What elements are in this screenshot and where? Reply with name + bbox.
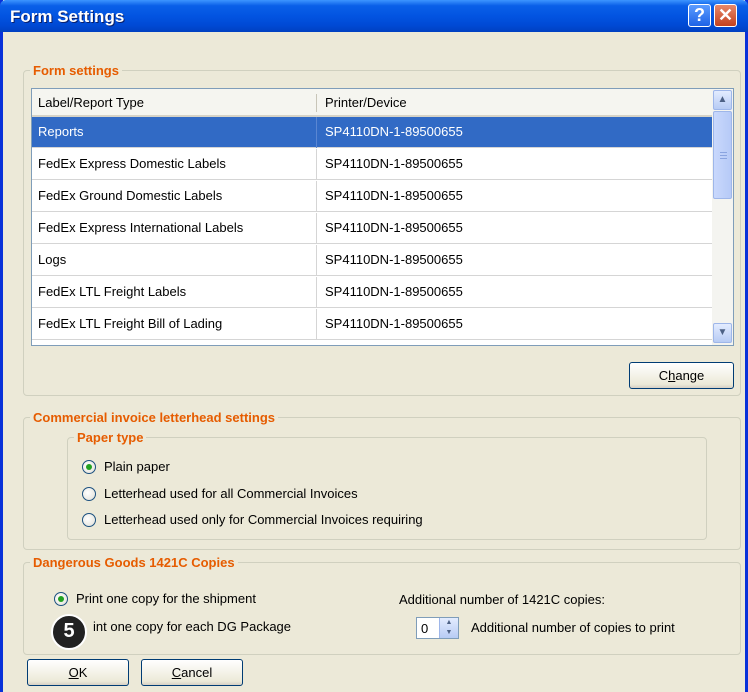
grip-line <box>720 152 727 153</box>
form-settings-table: Label/Report Type Printer/Device Reports… <box>31 88 734 346</box>
dg-one-per-shipment-label: Print one copy for the shipment <box>76 591 256 606</box>
ok-label-suffix: K <box>78 665 88 680</box>
cell-divider <box>316 213 317 244</box>
row-label-type: Reports <box>38 124 84 139</box>
scroll-thumb[interactable] <box>713 111 732 199</box>
dg-one-per-package-label: int one copy for each DG Package <box>93 619 292 634</box>
table-row[interactable]: FedEx Express International Labels SP4110… <box>32 213 712 244</box>
form-settings-legend: Form settings <box>33 63 119 78</box>
radio-selected-icon[interactable] <box>54 592 68 606</box>
cell-divider <box>316 117 317 148</box>
additional-copies-heading: Additional number of 1421C copies: <box>399 592 605 607</box>
row-label-type: Logs <box>38 252 67 267</box>
paper-plain-label: Plain paper <box>104 459 170 474</box>
cell-divider <box>316 309 317 340</box>
row-printer-device: SP4110DN-1-89500655 <box>325 284 463 299</box>
cancel-label-accesskey: C <box>171 665 182 680</box>
cell-divider <box>316 277 317 308</box>
row-printer-device: SP4110DN-1-89500655 <box>325 156 463 171</box>
table-row[interactable]: FedEx Express Domestic Labels SP4110DN-1-… <box>32 149 712 180</box>
row-label-type: FedEx Ground Domestic Labels <box>38 188 223 203</box>
commercial-invoice-legend: Commercial invoice letterhead settings <box>33 410 276 425</box>
scroll-up-icon[interactable]: ▲ <box>713 90 732 110</box>
table-header: Label/Report Type Printer/Device <box>32 89 712 117</box>
scroll-down-icon[interactable]: ▼ <box>713 323 732 343</box>
change-label-prefix: C <box>658 368 669 383</box>
vertical-scrollbar[interactable]: ▲ ▼ <box>712 89 733 345</box>
copies-stepper[interactable]: 0 ▲ ▼ <box>416 617 459 639</box>
radio-unselected-icon[interactable] <box>82 487 96 501</box>
paper-letterhead-requiring-label: Letterhead used only for Commercial Invo… <box>104 512 423 527</box>
change-button[interactable]: Change <box>629 362 734 389</box>
help-button[interactable]: ? <box>688 4 711 27</box>
cell-divider <box>316 245 317 276</box>
spin-up-icon[interactable]: ▲ <box>440 618 458 628</box>
radio-selected-icon[interactable] <box>82 460 96 474</box>
spin-buttons[interactable]: ▲ ▼ <box>439 618 458 638</box>
title-bar[interactable]: Form Settings ? ✕ <box>0 0 748 32</box>
table-row[interactable]: FedEx LTL Freight Labels SP4110DN-1-89500… <box>32 277 712 308</box>
copies-caption: Additional number of copies to print <box>471 620 675 635</box>
ok-button[interactable]: OK <box>27 659 129 686</box>
column-divider[interactable] <box>316 94 317 112</box>
cell-divider <box>316 181 317 212</box>
row-label-type: FedEx LTL Freight Bill of Lading <box>38 316 223 331</box>
copies-value[interactable]: 0 <box>421 621 428 636</box>
paper-letterhead-all-label: Letterhead used for all Commercial Invoi… <box>104 486 358 501</box>
cancel-label-suffix: ancel <box>181 665 213 680</box>
cell-divider <box>316 149 317 180</box>
row-label-type: FedEx Express Domestic Labels <box>38 156 226 171</box>
spin-down-icon[interactable]: ▼ <box>440 628 458 638</box>
table-row[interactable]: Reports SP4110DN-1-89500655 <box>32 117 712 148</box>
row-printer-device: SP4110DN-1-89500655 <box>325 252 463 267</box>
close-button[interactable]: ✕ <box>714 4 737 27</box>
ok-label-accesskey: O <box>68 665 79 680</box>
table-row[interactable]: Logs SP4110DN-1-89500655 <box>32 245 712 276</box>
callout-number-badge: 5 <box>51 614 87 650</box>
row-label-type: FedEx LTL Freight Labels <box>38 284 187 299</box>
grip-line <box>720 155 727 156</box>
paper-type-legend: Paper type <box>77 430 144 445</box>
grip-line <box>720 158 727 159</box>
cancel-button[interactable]: Cancel <box>141 659 243 686</box>
table-row[interactable]: FedEx LTL Freight Bill of Lading SP4110DN… <box>32 309 712 340</box>
row-printer-device: SP4110DN-1-89500655 <box>325 124 463 139</box>
column-header-label-type[interactable]: Label/Report Type <box>38 95 144 110</box>
dangerous-goods-legend: Dangerous Goods 1421C Copies <box>33 555 235 570</box>
row-printer-device: SP4110DN-1-89500655 <box>325 220 463 235</box>
row-printer-device: SP4110DN-1-89500655 <box>325 188 463 203</box>
dialog-title: Form Settings <box>10 7 125 26</box>
row-printer-device: SP4110DN-1-89500655 <box>325 316 463 331</box>
radio-unselected-icon[interactable] <box>82 513 96 527</box>
row-label-type: FedEx Express International Labels <box>38 220 244 235</box>
change-label-suffix: ange <box>675 368 705 383</box>
column-header-printer-device[interactable]: Printer/Device <box>325 95 407 110</box>
table-row[interactable]: FedEx Ground Domestic Labels SP4110DN-1-8… <box>32 181 712 212</box>
